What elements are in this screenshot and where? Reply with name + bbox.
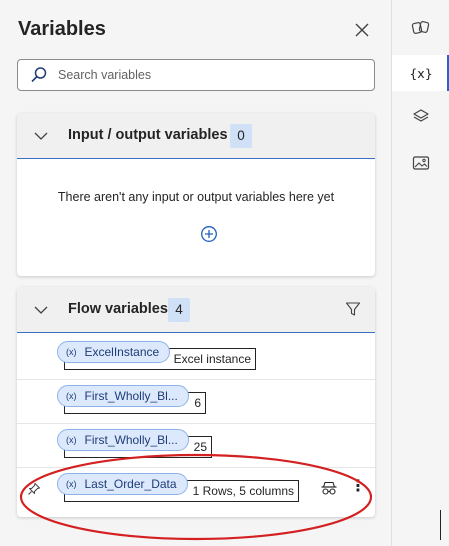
chevron-down-icon[interactable] <box>33 302 49 318</box>
view-variable-icon[interactable] <box>320 479 338 497</box>
count-badge: 0 <box>230 124 252 148</box>
image-icon <box>412 156 430 170</box>
variable-name: Last_Order_Data <box>84 477 177 491</box>
variable-type-tag: (x) <box>66 391 77 401</box>
add-variable-icon[interactable] <box>200 225 218 243</box>
variable-row[interactable]: 1 Rows, 5 columns (x) Last_Order_Data ⋮ <box>17 468 375 512</box>
variable-type-tag: (x) <box>66 479 77 489</box>
variable-pill[interactable]: (x) ExcelInstance <box>57 341 171 363</box>
variable-pill[interactable]: (x) Last_Order_Data <box>57 473 188 495</box>
flow-variables-section: Flow variables 4 Excel instance (x) Exce… <box>17 287 375 517</box>
more-options-icon[interactable]: ⋮ <box>350 478 366 498</box>
variables-rail-icon: {x} <box>409 65 433 81</box>
input-output-section: Input / output variables 0 There aren't … <box>17 113 375 276</box>
variable-pill[interactable]: (x) First_Wholly_Bl... <box>57 385 189 407</box>
layers-icon <box>413 109 429 122</box>
search-icon <box>31 67 47 83</box>
section-header: Input / output variables 0 <box>17 113 375 159</box>
chevron-down-icon[interactable] <box>33 128 49 144</box>
variable-row[interactable]: Excel instance (x) ExcelInstance <box>17 336 375 380</box>
variable-row[interactable]: 25 (x) First_Wholly_Bl... <box>17 424 375 468</box>
variables-pane: Variables Input / output variables 0 The… <box>0 0 391 546</box>
pin-icon[interactable] <box>27 482 41 496</box>
rail-variables-button[interactable]: {x} <box>392 55 449 91</box>
variable-name: ExcelInstance <box>84 345 160 359</box>
section-header: Flow variables 4 <box>17 287 375 333</box>
search-input[interactable] <box>58 64 358 86</box>
variable-name: First_Wholly_Bl... <box>84 433 178 447</box>
pane-header: Variables <box>18 18 378 44</box>
pane-title: Variables <box>18 18 106 40</box>
rail-layers-button[interactable] <box>392 99 449 135</box>
variable-type-tag: (x) <box>66 435 77 445</box>
section-title: Flow variables <box>68 301 168 317</box>
close-icon[interactable] <box>352 20 372 40</box>
rail-ui-elements-button[interactable] <box>392 10 449 46</box>
empty-message: There aren't any input or output variabl… <box>57 190 335 204</box>
variable-row[interactable]: 6 (x) First_Wholly_Bl... <box>17 380 375 424</box>
count-badge: 4 <box>168 298 190 322</box>
ui-elements-icon <box>411 21 430 34</box>
filter-icon[interactable] <box>345 301 361 317</box>
side-rail: {x} <box>391 0 449 546</box>
rail-images-button[interactable] <box>392 145 449 181</box>
variable-type-tag: (x) <box>66 347 77 357</box>
search-box <box>17 59 375 91</box>
variable-name: First_Wholly_Bl... <box>84 389 178 403</box>
section-title: Input / output variables <box>68 127 228 143</box>
variable-pill[interactable]: (x) First_Wholly_Bl... <box>57 429 189 451</box>
divider <box>440 510 441 540</box>
